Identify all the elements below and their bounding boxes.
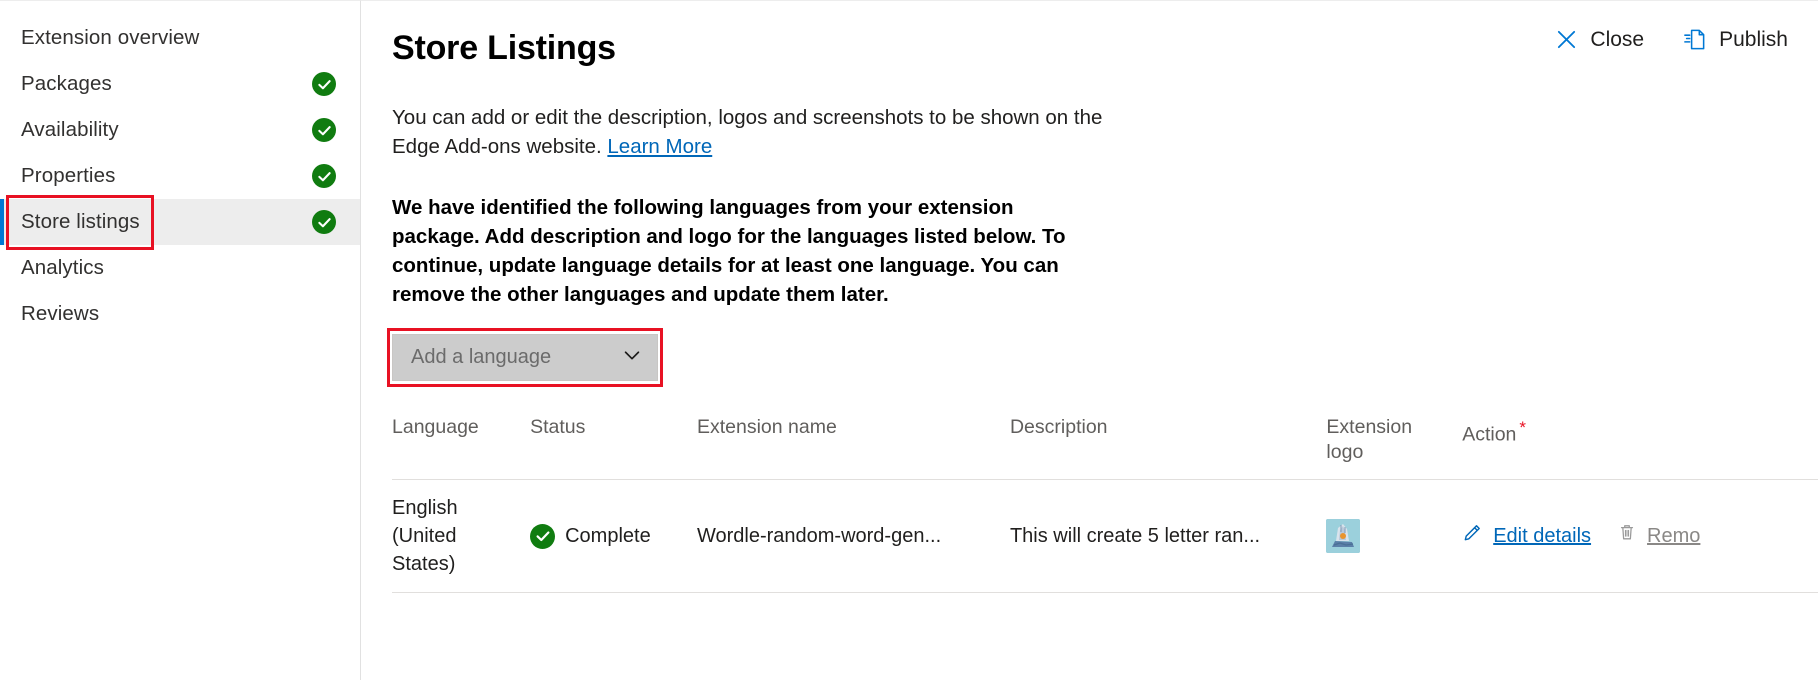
sidebar-item-reviews[interactable]: Reviews (0, 291, 360, 337)
sidebar-item-label: Extension overview (21, 26, 200, 49)
store-listings-page: Extension overview Packages Availability… (0, 0, 1818, 680)
page-header-row: Store Listings (392, 27, 1818, 67)
extension-logo-thumbnail (1326, 519, 1361, 554)
cell-action: Edit details Remo (1462, 480, 1818, 593)
sidebar-item-label: Properties (21, 164, 116, 187)
edit-details-label: Edit details (1493, 525, 1592, 548)
table-row[interactable]: English (United States) Complete Wordle-… (392, 480, 1818, 593)
column-header-action[interactable]: Action * (1462, 415, 1818, 480)
sidebar-item-analytics[interactable]: Analytics (0, 245, 360, 291)
add-language-placeholder: Add a language (411, 346, 552, 369)
sidebar-item-label: Availability (21, 118, 119, 141)
sidebar-item-properties[interactable]: Properties (0, 153, 360, 199)
left-navigation-sidebar: Extension overview Packages Availability… (0, 0, 361, 680)
cell-extension-name: Wordle-random-word-gen... (696, 525, 942, 548)
trash-icon (1617, 522, 1637, 550)
status-label: Complete (565, 525, 651, 548)
required-asterisk: * (1519, 418, 1527, 438)
sidebar-item-label: Store listings (21, 210, 140, 233)
add-language-dropdown-wrap: Add a language (387, 328, 664, 388)
intro-text-segment: You can add or edit the description, log… (392, 106, 1103, 159)
check-circle-icon (312, 118, 336, 142)
column-header-description[interactable]: Description (1010, 415, 1326, 480)
check-circle-icon (312, 164, 336, 188)
sidebar-item-packages[interactable]: Packages (0, 61, 360, 107)
cell-status: Complete (530, 480, 697, 593)
remove-button[interactable]: Remo (1617, 522, 1700, 550)
check-circle-icon (312, 210, 336, 234)
column-header-extension-logo[interactable]: Extension logo (1326, 415, 1462, 480)
chevron-down-icon (621, 344, 643, 371)
status-badge: Complete (530, 522, 687, 550)
edit-details-button[interactable]: Edit details (1462, 522, 1591, 551)
store-listings-table: Language Status Extension name Descripti… (392, 415, 1818, 593)
column-header-extension-name[interactable]: Extension name (697, 415, 1010, 480)
table-body: English (United States) Complete Wordle-… (392, 480, 1818, 593)
column-header-status[interactable]: Status (530, 415, 697, 480)
cell-description: This will create 5 letter ran... (1009, 525, 1261, 548)
column-header-action-label: Action (1462, 423, 1517, 446)
column-header-language[interactable]: Language (392, 415, 530, 480)
table-header-row: Language Status Extension name Descripti… (392, 415, 1818, 480)
action-buttons: Edit details Remo (1462, 522, 1818, 551)
learn-more-link[interactable]: Learn More (607, 135, 712, 158)
sidebar-item-label: Packages (21, 72, 112, 95)
languages-instruction-text: We have identified the following languag… (392, 196, 1066, 307)
pencil-icon (1462, 522, 1483, 551)
cell-language: English (United States) (392, 497, 458, 576)
page-title: Store Listings (392, 29, 616, 67)
check-circle-icon (530, 523, 556, 549)
check-circle-icon (312, 72, 336, 96)
sidebar-item-availability[interactable]: Availability (0, 107, 360, 153)
remove-label: Remo (1647, 525, 1701, 548)
sidebar-item-extension-overview[interactable]: Extension overview (0, 15, 360, 61)
sidebar-item-store-listings[interactable]: Store listings (0, 199, 360, 245)
main-inner: Store Listings You can add or edit the d… (361, 1, 1818, 593)
main-content-area: Close Publish Store Listings You can add… (361, 0, 1818, 680)
table-header: Language Status Extension name Descripti… (392, 415, 1818, 480)
cell-extension-logo (1326, 480, 1462, 593)
sidebar-item-label: Analytics (21, 256, 104, 279)
sidebar-item-label: Reviews (21, 302, 100, 325)
add-language-dropdown[interactable]: Add a language (392, 334, 658, 382)
intro-description: You can add or edit the description, log… (392, 103, 1134, 161)
